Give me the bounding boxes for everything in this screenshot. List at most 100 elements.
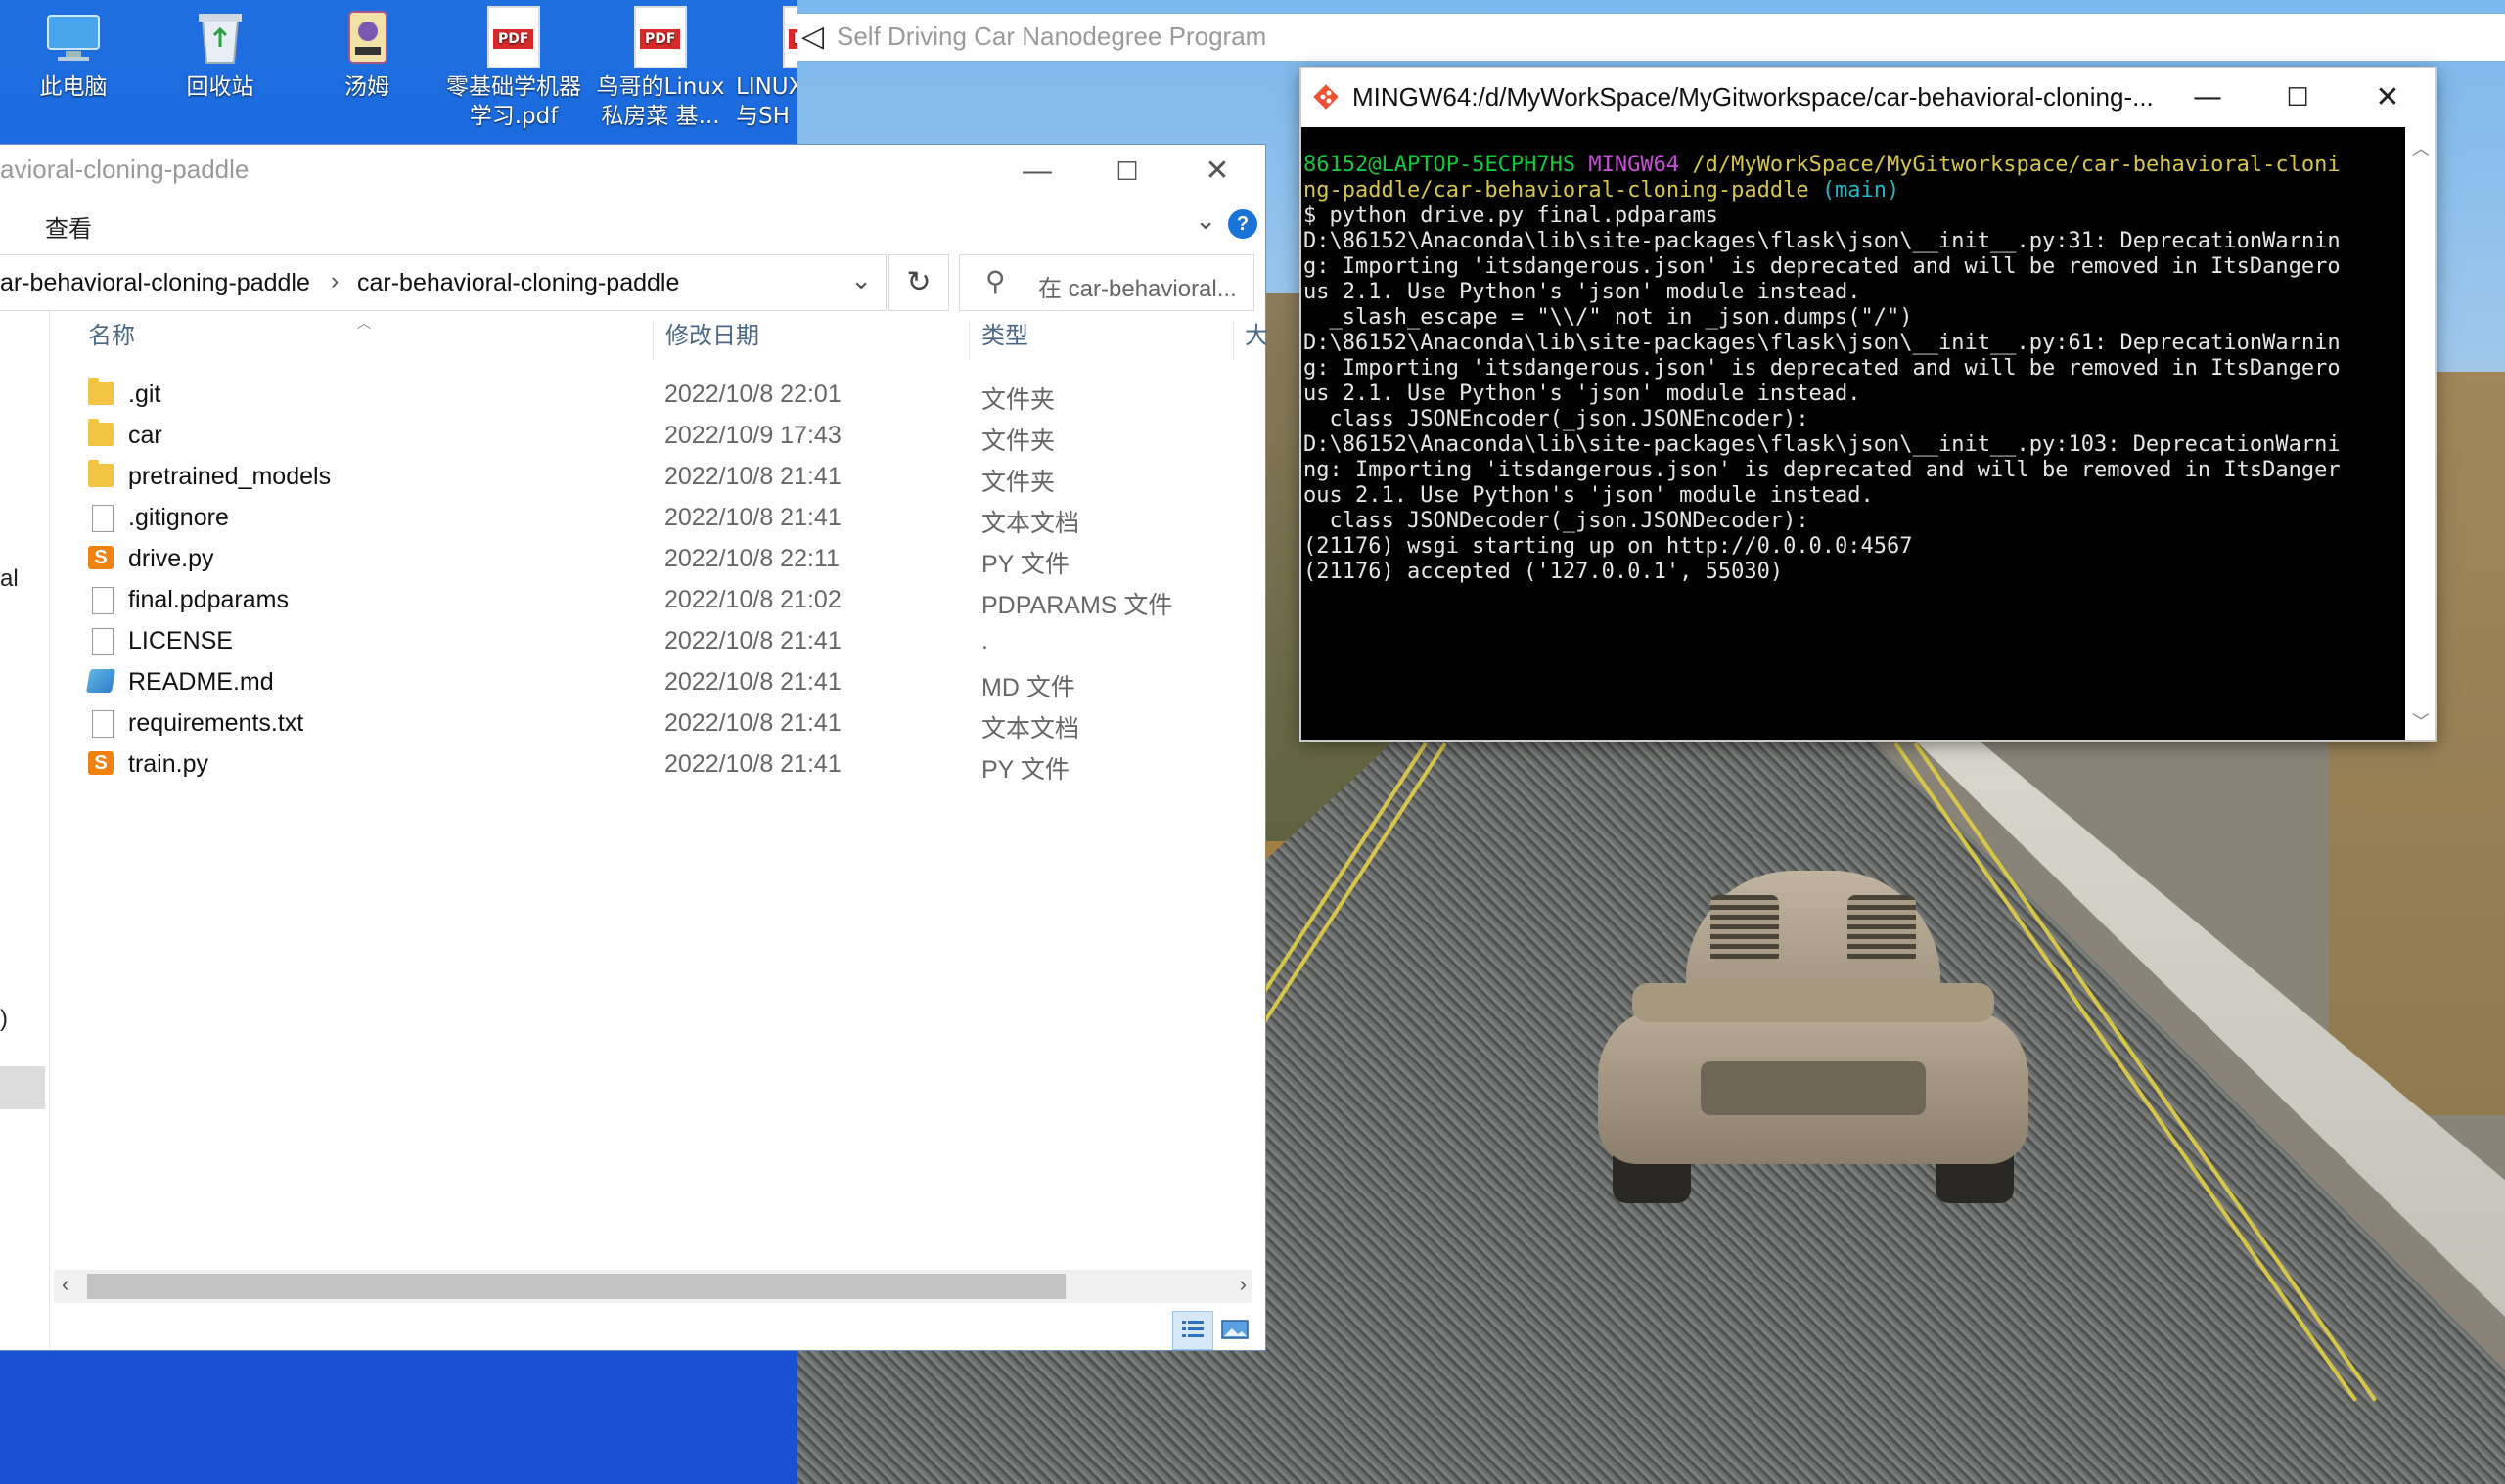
file-type: 文件夹 [981, 469, 1056, 496]
minimize-button[interactable]: — [992, 145, 1082, 198]
file-row[interactable]: LICENSE 2022/10/8 21:41. [51, 621, 1264, 662]
file-name[interactable]: .gitignore [128, 504, 229, 532]
prompt-branch: (main) [1821, 178, 1900, 202]
nav-item[interactable]: ) [0, 1006, 8, 1033]
file-row[interactable]: .git 2022/10/8 22:01 文件夹 [51, 375, 1264, 416]
terminal-title: MINGW64:/d/MyWorkSpace/MyGitworkspace/ca… [1352, 82, 2154, 112]
refresh-button[interactable]: ↻ [888, 254, 949, 311]
close-button[interactable]: ✕ [2343, 68, 2433, 127]
desktop-icon-ml-pdf[interactable]: PDF 零基础学机器 学习.pdf [440, 6, 587, 131]
unity-logo-icon: ◁ [801, 20, 825, 54]
recycle-bin-icon [189, 6, 251, 68]
unity-titlebar[interactable]: ◁ Self Driving Car Nanodegree Program [797, 14, 2505, 61]
desktop-icon-recycle-bin[interactable]: 回收站 [147, 6, 294, 102]
desktop-icon-label: 鸟哥的Linux [596, 74, 725, 100]
column-header-type[interactable]: 类型 [981, 316, 1028, 350]
desktop-icon-this-pc[interactable]: 此电脑 [0, 6, 147, 102]
folder-icon [88, 419, 114, 446]
nav-item[interactable]: al [0, 565, 19, 593]
desktop-icon-label: 私房菜 基... [601, 104, 720, 129]
desktop-icon-label: 此电脑 [39, 74, 108, 100]
file-name[interactable]: final.pdparams [128, 586, 289, 614]
file-name[interactable]: requirements.txt [128, 709, 303, 738]
file-name[interactable]: train.py [128, 750, 208, 779]
file-type: PY 文件 [981, 756, 1070, 784]
file-name[interactable]: drive.py [128, 545, 214, 573]
file-type: PY 文件 [981, 551, 1070, 578]
ribbon: 查看 ⌄ ? [0, 198, 1265, 250]
search-box[interactable]: ⚲ 在 car-behavioral... [959, 254, 1254, 311]
scroll-left-arrow-icon[interactable]: ‹ [62, 1272, 68, 1297]
terminal-line: (21176) wsgi starting up on http://0.0.0… [1303, 534, 1913, 559]
terminal-vertical-scrollbar[interactable]: ︿ ﹀ [2405, 127, 2435, 740]
breadcrumb-parent[interactable]: ar-behavioral-cloning-paddle [0, 269, 310, 297]
file-row[interactable]: requirements.txt 2022/10/8 21:41 文本文档 [51, 703, 1264, 744]
breadcrumb-separator-icon[interactable]: › [331, 267, 339, 295]
file-name[interactable]: pretrained_models [128, 463, 331, 491]
file-row[interactable]: final.pdparams 2022/10/8 21:02 PDPARAMS 文件 [51, 580, 1264, 621]
text-file-icon [92, 505, 114, 532]
file-row[interactable]: Strain.py 2022/10/8 21:41 PY 文件 [51, 744, 1264, 786]
file-date: 2022/10/8 21:41 [664, 504, 842, 531]
scrollbar-thumb[interactable] [87, 1274, 1066, 1299]
unity-window-title: Self Driving Car Nanodegree Program [837, 22, 1267, 51]
scroll-up-arrow-icon[interactable]: ︿ [2412, 135, 2430, 160]
terminal-line: class JSONEncoder(_json.JSONEncoder): [1303, 407, 1809, 431]
file-name[interactable]: .git [128, 381, 160, 409]
file-name[interactable]: LICENSE [128, 627, 233, 655]
file-explorer-window: avioral-cloning-paddle — ☐ ✕ 查看 ⌄ ? ar-b… [0, 145, 1268, 1350]
explorer-title: avioral-cloning-paddle [0, 155, 250, 184]
large-icons-view-icon[interactable] [1215, 1311, 1254, 1348]
horizontal-scrollbar[interactable]: ‹ › [54, 1270, 1252, 1303]
desktop-icon-label: 回收站 [186, 74, 254, 100]
maximize-button[interactable]: ☐ [2253, 68, 2343, 127]
terminal-line: class JSONDecoder(_json.JSONDecoder): [1303, 509, 1809, 533]
navigation-pane: al ) [0, 311, 50, 1348]
details-view-icon[interactable] [1172, 1311, 1213, 1350]
scroll-right-arrow-icon[interactable]: › [1240, 1272, 1247, 1297]
desktop-icon-tom[interactable]: 汤姆 [294, 6, 440, 102]
car [1573, 851, 2053, 1203]
terminal-line: ng: Importing 'itsdangerous.json' is dep… [1303, 458, 2341, 482]
file-type: . [981, 627, 988, 654]
git-bash-icon [1313, 84, 1339, 110]
file-name[interactable]: car [128, 422, 162, 450]
file-date: 2022/10/8 22:11 [664, 545, 840, 572]
column-header-date[interactable]: 修改日期 [665, 316, 759, 350]
maximize-button[interactable]: ☐ [1082, 145, 1172, 198]
terminal-titlebar[interactable]: MINGW64:/d/MyWorkSpace/MyGitworkspace/ca… [1301, 68, 2435, 127]
help-icon[interactable]: ? [1228, 209, 1257, 239]
file-row[interactable]: Sdrive.py 2022/10/8 22:11 PY 文件 [51, 539, 1264, 580]
file-row[interactable]: README.md 2022/10/8 21:41 MD 文件 [51, 662, 1264, 703]
file-name[interactable]: README.md [128, 668, 274, 697]
terminal-output[interactable]: 86152@LAPTOP-5ECPH7HS MINGW64 /d/MyWorkS… [1303, 153, 2341, 585]
file-row[interactable]: pretrained_models 2022/10/8 21:41 文件夹 [51, 457, 1264, 498]
explorer-titlebar[interactable]: avioral-cloning-paddle — ☐ ✕ [0, 145, 1265, 198]
nav-selected-item[interactable] [0, 1066, 45, 1109]
search-input[interactable]: 在 car-behavioral... [1038, 269, 1237, 303]
terminal-line: D:\86152\Anaconda\lib\site-packages\flas… [1303, 331, 2341, 355]
address-dropdown-icon[interactable]: ⌄ [850, 265, 872, 295]
breadcrumb-current[interactable]: car-behavioral-cloning-paddle [357, 269, 679, 297]
close-button[interactable]: ✕ [1172, 145, 1262, 198]
file-type: 文件夹 [981, 386, 1056, 414]
search-icon: ⚲ [985, 266, 1006, 296]
terminal-window: MINGW64:/d/MyWorkSpace/MyGitworkspace/ca… [1301, 68, 2435, 740]
ribbon-expand-chevron-icon[interactable]: ⌄ [1195, 205, 1216, 236]
column-header-name[interactable]: 名称 [88, 316, 135, 350]
column-header-size[interactable]: 大 [1245, 316, 1268, 350]
terminal-line: g: Importing 'itsdangerous.json' is depr… [1303, 356, 2341, 381]
terminal-command: $ python drive.py final.pdparams [1303, 203, 1718, 228]
minimize-button[interactable]: — [2163, 68, 2253, 127]
terminal-line: D:\86152\Anaconda\lib\site-packages\flas… [1303, 432, 2341, 457]
desktop-icon-linux-pdf[interactable]: PDF 鸟哥的Linux 私房菜 基... [587, 6, 734, 131]
address-bar[interactable]: ar-behavioral-cloning-paddle › car-behav… [0, 254, 887, 311]
file-row[interactable]: car 2022/10/9 17:43 文件夹 [51, 416, 1264, 457]
file-row[interactable]: .gitignore 2022/10/8 21:41 文本文档 [51, 498, 1264, 539]
desktop-icon-linux-sh-pdf[interactable]: PDF LINUX 与SH [724, 6, 802, 131]
menu-view[interactable]: 查看 [45, 209, 92, 244]
file-date: 2022/10/8 21:41 [664, 750, 842, 778]
text-file-icon [92, 587, 114, 614]
prompt-path: ng-paddle/car-behavioral-cloning-paddle [1303, 178, 1809, 202]
scroll-down-arrow-icon[interactable]: ﹀ [2412, 708, 2430, 734]
